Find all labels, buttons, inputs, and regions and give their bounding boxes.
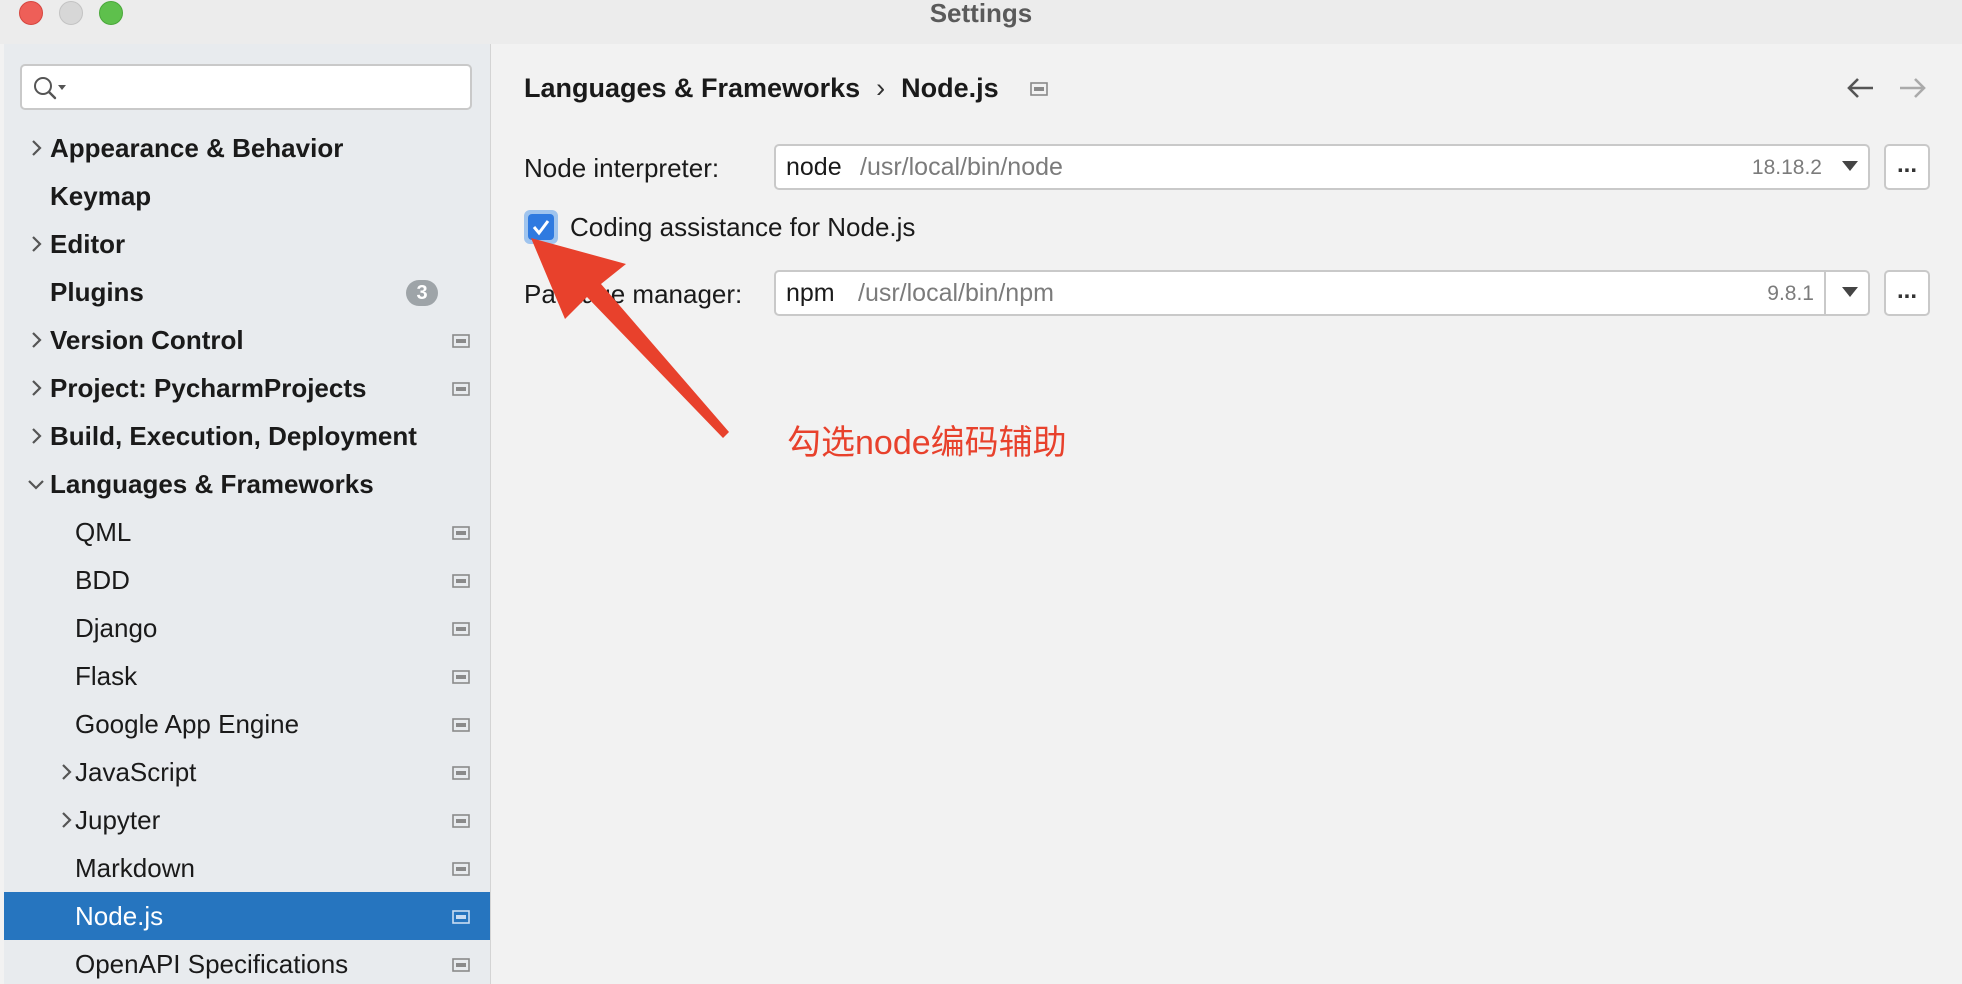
package-manager-value: npm <box>786 279 835 307</box>
plugins-count-badge: 3 <box>406 280 438 306</box>
chevron-right-icon[interactable] <box>26 234 46 254</box>
project-level-icon <box>452 766 470 780</box>
sidebar-item-label: JavaScript <box>75 757 197 787</box>
project-level-icon <box>452 382 470 396</box>
project-level-icon <box>1030 82 1048 96</box>
chevron-right-icon[interactable] <box>56 810 76 830</box>
sidebar-item-version-control[interactable]: Version Control <box>4 316 490 364</box>
settings-sidebar: Appearance & Behavior Keymap Editor Plug… <box>4 44 491 984</box>
package-manager-label: Package manager: <box>524 279 743 309</box>
sidebar-item-label: Google App Engine <box>75 709 300 739</box>
project-level-icon <box>452 334 470 348</box>
sidebar-item-label: Languages & Frameworks <box>50 469 374 499</box>
sidebar-item-qml[interactable]: QML <box>4 508 490 556</box>
sidebar-item-keymap[interactable]: Keymap <box>4 172 490 220</box>
chevron-right-icon[interactable] <box>26 330 46 350</box>
sidebar-item-label: Markdown <box>75 853 195 883</box>
package-manager-browse-button[interactable]: ... <box>1884 270 1930 316</box>
window-title: Settings <box>929 0 1033 28</box>
sidebar-item-label: Editor <box>50 229 126 259</box>
breadcrumb-current: Node.js <box>901 73 999 103</box>
sidebar-item-flask[interactable]: Flask <box>4 652 490 700</box>
sidebar-item-label: Build, Execution, Deployment <box>50 421 417 451</box>
search-input[interactable] <box>78 72 462 104</box>
breadcrumb-separator: › <box>876 73 886 103</box>
sidebar-item-label: QML <box>75 517 132 547</box>
chevron-down-icon[interactable] <box>1842 287 1858 297</box>
coding-assistance-label[interactable]: Coding assistance for Node.js <box>570 212 915 242</box>
project-level-icon <box>452 526 470 540</box>
sidebar-item-label: BDD <box>75 565 130 595</box>
project-level-icon <box>452 958 470 972</box>
node-interpreter-label: Node interpreter: <box>524 153 720 183</box>
breadcrumb-parent[interactable]: Languages & Frameworks <box>524 73 860 103</box>
project-level-icon <box>452 574 470 588</box>
sidebar-item-plugins[interactable]: Plugins 3 <box>4 268 490 316</box>
sidebar-item-openapi[interactable]: OpenAPI Specifications <box>4 940 490 984</box>
dropdown-separator <box>1824 272 1826 314</box>
sidebar-item-google-app-engine[interactable]: Google App Engine <box>4 700 490 748</box>
node-version: 18.18.2 <box>1751 156 1822 179</box>
checkbox-box[interactable] <box>528 214 554 240</box>
sidebar-item-label: Django <box>75 613 158 643</box>
sidebar-item-label: Node.js <box>75 901 164 931</box>
sidebar-item-label: Project: PycharmProjects <box>50 373 367 403</box>
sidebar-item-appearance-behavior[interactable]: Appearance & Behavior <box>4 124 490 172</box>
project-level-icon <box>452 622 470 636</box>
annotation-text: 勾选node编码辅助 <box>787 424 1067 462</box>
node-interpreter-browse-button[interactable]: ... <box>1884 144 1930 190</box>
title-bar: Settings <box>0 0 1962 44</box>
sidebar-item-editor[interactable]: Editor <box>4 220 490 268</box>
sidebar-item-label: Jupyter <box>75 805 161 835</box>
settings-content: Languages & Frameworks › Node.js Node inte… <box>491 44 1962 984</box>
project-level-icon <box>452 862 470 876</box>
node-interpreter-select[interactable]: node /usr/local/bin/node 18.18.2 <box>774 144 1870 190</box>
node-interpreter-path: /usr/local/bin/node <box>860 153 1063 181</box>
project-level-icon <box>452 910 470 924</box>
chevron-right-icon[interactable] <box>26 378 46 398</box>
chevron-right-icon[interactable] <box>26 138 46 158</box>
sidebar-item-nodejs[interactable]: Node.js <box>4 892 490 940</box>
sidebar-item-django[interactable]: Django <box>4 604 490 652</box>
sidebar-item-bdd[interactable]: BDD <box>4 556 490 604</box>
sidebar-item-jupyter[interactable]: Jupyter <box>4 796 490 844</box>
breadcrumb: Languages & Frameworks › Node.js <box>524 72 999 104</box>
package-manager-select[interactable]: npm /usr/local/bin/npm 9.8.1 <box>774 270 1870 316</box>
back-arrow-icon[interactable] <box>1845 72 1877 104</box>
chevron-down-icon[interactable] <box>26 474 46 494</box>
sidebar-item-project[interactable]: Project: PycharmProjects <box>4 364 490 412</box>
project-level-icon <box>452 718 470 732</box>
sidebar-item-label: Appearance & Behavior <box>50 133 344 163</box>
project-level-icon <box>452 670 470 684</box>
sidebar-item-label: OpenAPI Specifications <box>75 949 349 979</box>
sidebar-item-javascript[interactable]: JavaScript <box>4 748 490 796</box>
sidebar-item-markdown[interactable]: Markdown <box>4 844 490 892</box>
search-field[interactable] <box>20 64 472 110</box>
sidebar-item-build-execution-deployment[interactable]: Build, Execution, Deployment <box>4 412 490 460</box>
sidebar-item-label: Version Control <box>50 325 244 355</box>
node-interpreter-value: node <box>786 153 842 181</box>
chevron-right-icon[interactable] <box>56 762 76 782</box>
checkmark-icon <box>532 220 550 236</box>
sidebar-item-languages-frameworks[interactable]: Languages & Frameworks <box>4 460 490 508</box>
project-level-icon <box>452 814 470 828</box>
coding-assistance-checkbox[interactable] <box>524 210 558 244</box>
forward-arrow-icon[interactable] <box>1896 72 1928 104</box>
package-manager-path: /usr/local/bin/npm <box>858 279 1054 307</box>
chevron-down-icon[interactable] <box>1842 161 1858 171</box>
sidebar-item-label: Flask <box>75 661 138 691</box>
annotation-arrow <box>531 238 729 438</box>
search-icon <box>34 77 66 100</box>
sidebar-item-label: Keymap <box>50 181 152 211</box>
npm-version: 9.8.1 <box>1767 282 1814 305</box>
sidebar-item-label: Plugins <box>50 277 144 307</box>
chevron-right-icon[interactable] <box>26 426 46 446</box>
